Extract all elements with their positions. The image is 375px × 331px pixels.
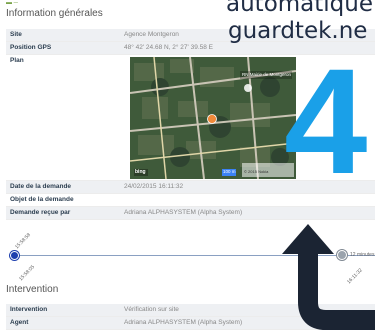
row-label: Intervention	[10, 306, 48, 313]
step-number: 4	[284, 37, 368, 205]
row-value: Adriana ALPHASYSTEM (Alpha System)	[124, 319, 243, 326]
row-value: Agence Montgeron	[124, 31, 179, 38]
info-section-title: Information générales	[6, 8, 103, 19]
curved-arrow-icon	[282, 224, 375, 330]
row-value: Vérification sur site	[124, 306, 179, 313]
row-label: Date de la demande	[10, 183, 72, 190]
row-label: Position GPS	[10, 44, 52, 51]
timeline-start-time-bottom: 15:58:05	[18, 264, 37, 283]
train-station-icon	[244, 84, 252, 92]
row-label: Demande reçue par	[10, 209, 71, 216]
map-copyright: © 2015 Nokia	[244, 169, 269, 174]
row-label: Site	[10, 31, 22, 38]
row-value: Adriana ALPHASYSTEM (Alpha System)	[124, 209, 243, 216]
row-value: 48° 42' 24.68 N, 2° 27' 39.58 E	[124, 44, 213, 51]
info-row-received-by: Demande reçue par Adriana ALPHASYSTEM (A…	[6, 207, 375, 220]
map-scale-label: 100 m	[223, 169, 236, 174]
overlay-text-line1: automatique	[226, 0, 373, 17]
row-label: Plan	[10, 57, 24, 64]
location-marker-icon[interactable]	[207, 114, 217, 124]
timeline-start-marker-icon[interactable]	[10, 251, 19, 260]
intervention-section-title: Intervention	[6, 284, 59, 295]
header-mark: ▬ ─	[6, 0, 18, 6]
row-label: Objet de la demande	[10, 196, 74, 203]
timeline-start-time-top: 15:58:58	[14, 232, 33, 251]
location-map[interactable]: RN Mairie de Montgeron bing 100 m © 2015…	[130, 57, 296, 179]
row-label: Agent	[10, 319, 29, 326]
row-value: 24/02/2015 16:11:32	[124, 183, 184, 190]
map-bing-logo: bing	[135, 169, 146, 175]
